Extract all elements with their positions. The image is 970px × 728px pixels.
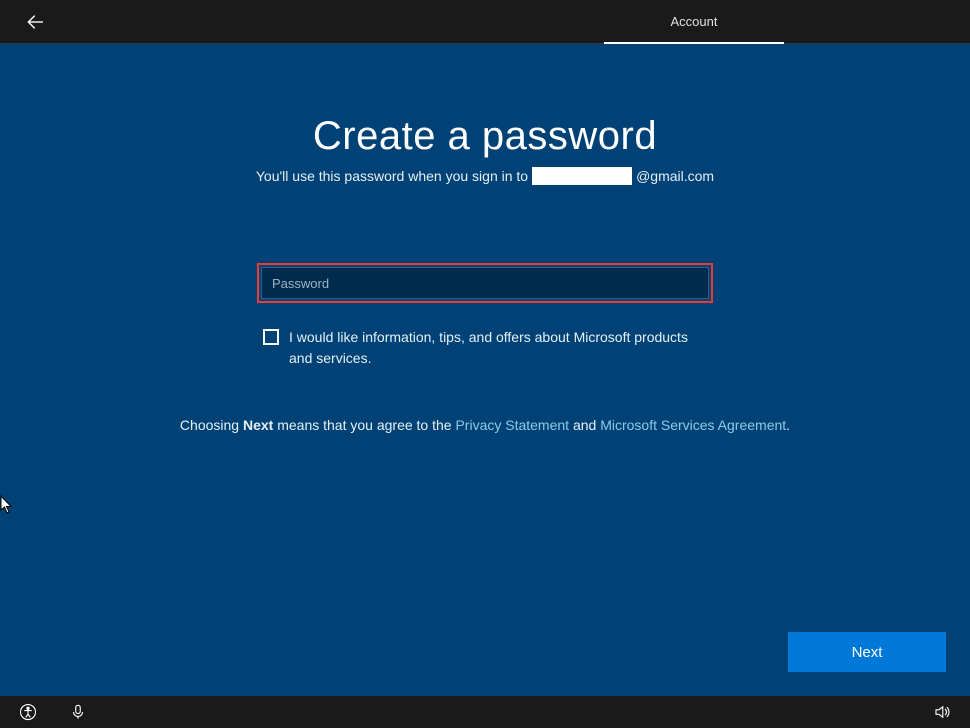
agreement-text: Choosing Next means that you agree to th…: [180, 417, 790, 433]
volume-button[interactable]: [932, 702, 952, 722]
subtitle-prefix: You'll use this password when you sign i…: [256, 168, 528, 184]
offers-checkbox[interactable]: [263, 329, 279, 345]
volume-icon: [933, 703, 951, 721]
bottom-bar-left: [18, 702, 88, 722]
agree-prefix: Choosing: [180, 417, 243, 433]
agree-mid: means that you agree to the: [273, 417, 455, 433]
privacy-statement-link[interactable]: Privacy Statement: [455, 417, 569, 433]
microphone-button[interactable]: [68, 702, 88, 722]
agree-suffix: .: [786, 417, 790, 433]
microphone-icon: [69, 703, 87, 721]
form-area: I would like information, tips, and offe…: [257, 263, 713, 369]
bottom-bar: [0, 696, 970, 728]
agree-bold: Next: [243, 417, 273, 433]
offers-checkbox-row: I would like information, tips, and offe…: [257, 327, 713, 369]
page-title: Create a password: [313, 114, 657, 159]
back-arrow-icon: [21, 11, 43, 33]
password-input[interactable]: [261, 267, 709, 299]
email-domain: @gmail.com: [636, 168, 714, 184]
next-button-label: Next: [852, 644, 883, 661]
accessibility-icon: [19, 703, 37, 721]
step-tabs: Account: [604, 0, 784, 44]
next-button[interactable]: Next: [788, 632, 946, 672]
agree-and: and: [569, 417, 600, 433]
tab-label: Account: [671, 14, 718, 29]
services-agreement-link[interactable]: Microsoft Services Agreement: [600, 417, 786, 433]
title-bar: Account: [0, 0, 970, 44]
password-field-highlight: [257, 263, 713, 303]
tab-account[interactable]: Account: [604, 0, 784, 44]
offers-checkbox-label: I would like information, tips, and offe…: [289, 327, 713, 369]
accessibility-button[interactable]: [18, 702, 38, 722]
email-masked: [532, 167, 632, 185]
back-button[interactable]: [18, 8, 46, 36]
subtitle: You'll use this password when you sign i…: [256, 167, 714, 185]
main-panel: Create a password You'll use this passwo…: [0, 44, 970, 696]
